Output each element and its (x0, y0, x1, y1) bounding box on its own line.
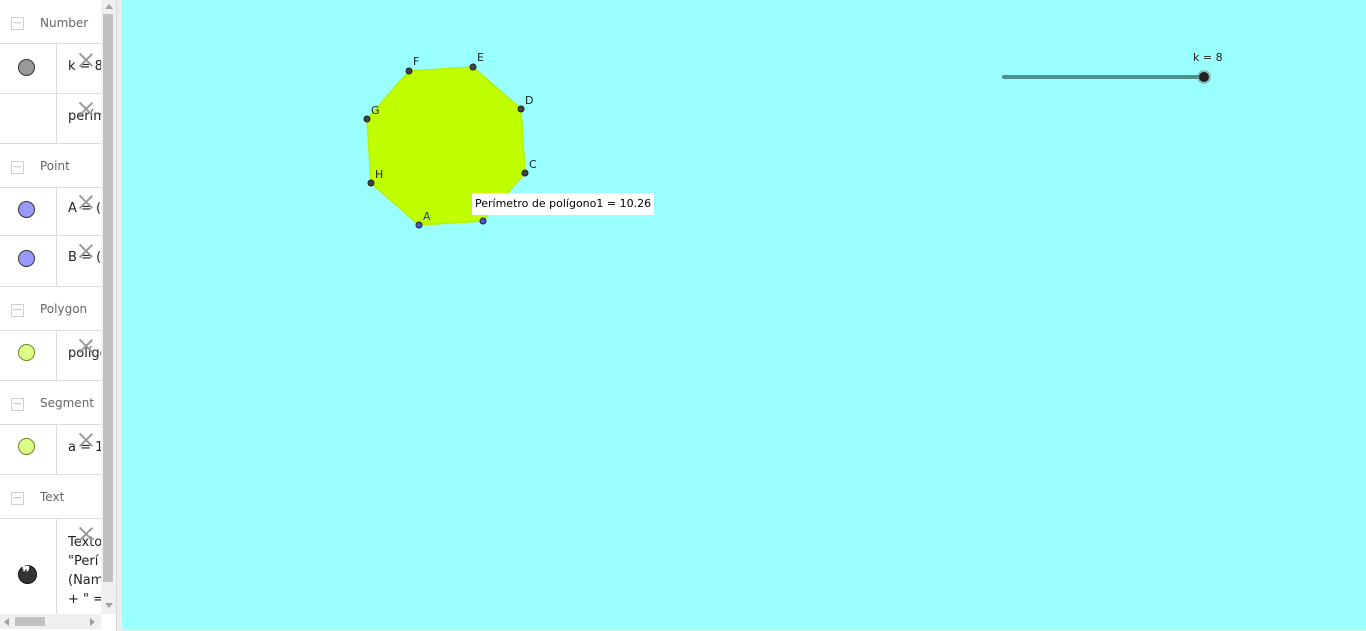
point-F[interactable] (405, 67, 413, 75)
text-line: (Nam (68, 573, 101, 588)
color-dot-icon[interactable] (18, 201, 35, 218)
color-dot-icon[interactable] (18, 250, 35, 267)
scroll-left-icon[interactable] (4, 618, 9, 626)
algebra-item-texto[interactable]: ❞ Texto "Perí (Nam + " = (0, 519, 101, 614)
algebra-view: — Number k = 8 perímetro — Point A = ( (0, 0, 116, 631)
point-C[interactable] (521, 169, 529, 177)
algebra-item-perimetro[interactable]: perímetro (0, 94, 101, 144)
visibility-toggle[interactable] (0, 188, 57, 235)
point-A[interactable] (415, 221, 423, 229)
graphics-canvas[interactable]: A C D E F G H k = 8 (122, 0, 1366, 629)
group-title: Segment (40, 396, 94, 410)
point-label: A (423, 210, 431, 223)
point-label: D (525, 94, 533, 107)
text-line: "Perí (68, 554, 99, 569)
scroll-up-icon[interactable] (105, 4, 113, 9)
delete-icon[interactable] (78, 101, 94, 117)
visibility-toggle[interactable] (0, 425, 57, 474)
algebra-item-poligono1[interactable]: polígono1 (0, 331, 101, 381)
quote-icon[interactable]: ❞ (18, 563, 37, 584)
algebra-item-B[interactable]: B = ( (0, 236, 101, 287)
group-header-text[interactable]: — Text (0, 475, 101, 519)
slider-handle-core[interactable] (1199, 72, 1209, 82)
group-title: Text (40, 490, 65, 504)
collapse-icon[interactable]: — (11, 304, 24, 317)
delete-icon[interactable] (78, 243, 94, 259)
vertical-scrollbar[interactable] (101, 0, 116, 614)
point-D[interactable] (517, 105, 525, 113)
graphics-view[interactable]: A C D E F G H k = 8 Perímetro de polígon… (122, 0, 1366, 629)
algebra-item-a[interactable]: a = 1 (0, 425, 101, 475)
color-dot-icon[interactable] (18, 344, 35, 361)
point-label: C (529, 158, 537, 171)
group-title: Point (40, 159, 70, 173)
delete-icon[interactable] (78, 432, 94, 448)
point-E[interactable] (469, 63, 477, 71)
point-label: H (375, 168, 383, 181)
group-header-polygon[interactable]: — Polygon (0, 287, 101, 331)
group-title: Number (40, 16, 89, 30)
collapse-icon[interactable]: — (11, 17, 24, 30)
algebra-item-A[interactable]: A = ( (0, 188, 101, 236)
visibility-toggle[interactable] (0, 44, 57, 93)
group-title: Polygon (40, 302, 88, 316)
collapse-icon[interactable]: — (11, 492, 24, 505)
point-H[interactable] (367, 179, 375, 187)
scroll-down-icon[interactable] (105, 603, 113, 608)
slider-label: k = 8 (1193, 51, 1223, 64)
visibility-toggle[interactable] (0, 236, 57, 286)
visibility-toggle[interactable]: ❞ (0, 519, 57, 614)
group-header-point[interactable]: — Point (0, 144, 101, 188)
scrollbar-thumb[interactable] (103, 14, 113, 582)
scrollbar-thumb[interactable] (15, 617, 45, 626)
horizontal-scrollbar[interactable] (0, 614, 101, 629)
text-line: + " = (68, 592, 101, 607)
point-label: F (413, 55, 419, 68)
delete-icon[interactable] (78, 526, 94, 542)
group-header-number[interactable]: — Number (0, 0, 101, 44)
group-header-segment[interactable]: — Segment (0, 381, 101, 425)
algebra-item-k[interactable]: k = 8 (0, 44, 101, 94)
point-G[interactable] (363, 115, 371, 123)
collapse-icon[interactable]: — (11, 398, 24, 411)
delete-icon[interactable] (78, 194, 94, 210)
perimeter-text[interactable]: Perímetro de polígono1 = 10.26 (472, 193, 655, 215)
color-dot-icon[interactable] (18, 438, 35, 455)
visibility-toggle[interactable] (0, 94, 57, 143)
delete-icon[interactable] (78, 52, 94, 68)
point-label: E (477, 51, 484, 64)
color-dot-icon[interactable] (18, 59, 35, 76)
point-label: G (371, 104, 380, 117)
point-B[interactable] (479, 217, 487, 225)
algebra-list: — Number k = 8 perímetro — Point A = ( (0, 0, 101, 614)
delete-icon[interactable] (78, 338, 94, 354)
scroll-right-icon[interactable] (90, 618, 95, 626)
collapse-icon[interactable]: — (11, 161, 24, 174)
visibility-toggle[interactable] (0, 331, 57, 380)
algebra-item-text[interactable]: Texto "Perí (Nam + " = (68, 533, 101, 609)
